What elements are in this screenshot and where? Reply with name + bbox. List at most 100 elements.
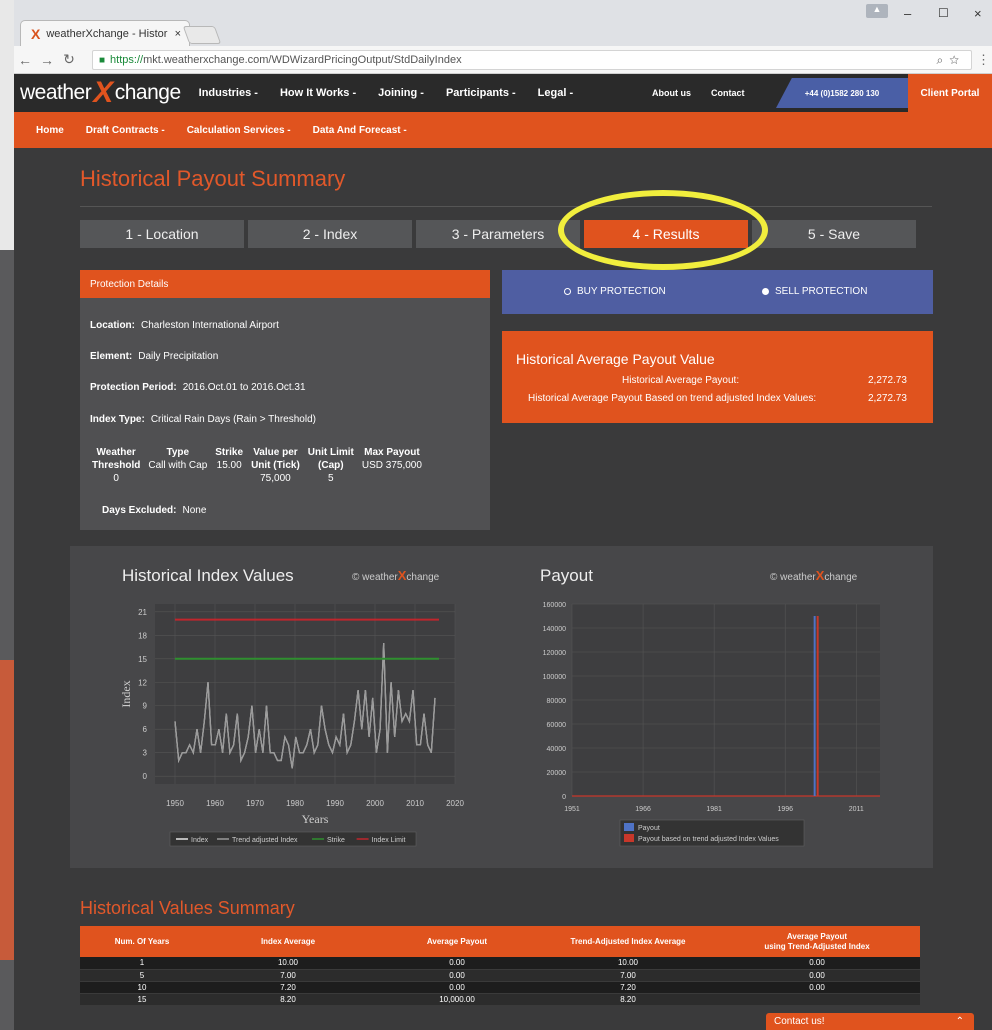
summary-table: Num. Of Years Index Average Average Payo… <box>80 926 920 1006</box>
column-header: Unit (Tick) <box>251 460 300 471</box>
terms-column: Type Call with Cap <box>148 446 207 485</box>
period-value: 2016.Oct.01 to 2016.Oct.31 <box>182 382 306 393</box>
subnav-calculation-services[interactable]: Calculation Services - <box>187 125 291 136</box>
average-payout-value: 2,272.73 <box>868 375 907 386</box>
screen: X weatherXchange - Histor × ▲ – ☐ × ← → … <box>0 0 992 1030</box>
table-cell: 0.00 <box>714 969 920 982</box>
browser-titlebar: X weatherXchange - Histor × ▲ – ☐ × <box>14 0 992 46</box>
x-tick-label: 1960 <box>206 799 224 808</box>
x-tick-label: 1990 <box>326 799 344 808</box>
nav-industries[interactable]: Industries - <box>199 87 258 99</box>
new-tab-button[interactable] <box>182 26 222 44</box>
element-value: Daily Precipitation <box>138 351 219 362</box>
plot-area <box>155 604 455 784</box>
nav-how-it-works[interactable]: How It Works - <box>280 87 356 99</box>
table-cell: 0.00 <box>372 969 542 982</box>
minimize-button[interactable]: – <box>904 6 911 21</box>
step-parameters[interactable]: 3 - Parameters <box>416 220 580 248</box>
trend-payout-label: Historical Average Payout Based on trend… <box>528 393 817 404</box>
site-header: weather X change Industries - How It Wor… <box>14 74 992 112</box>
x-tick-label: 1966 <box>635 806 651 813</box>
table-cell <box>714 993 920 1006</box>
browser-menu-icon[interactable]: ⋮ <box>977 52 990 68</box>
charts-panel: Historical Index Values © weatherXchange… <box>70 546 933 868</box>
zoom-and-bookmark-icons[interactable]: ⌕☆ <box>936 53 965 68</box>
terms-column: Unit Limit (Cap) 5 <box>308 446 354 485</box>
column-header: Threshold <box>92 460 141 471</box>
site-favicon-icon: X <box>31 25 41 42</box>
table-cell: 8.20 <box>204 993 372 1006</box>
column-header: (Cap) <box>318 460 344 471</box>
column-header: Average Payout using Trend-Adjusted Inde… <box>714 926 920 957</box>
sell-protection-option[interactable]: SELL PROTECTION <box>762 286 867 297</box>
reload-icon[interactable]: ↻ <box>58 51 80 68</box>
profile-icon[interactable]: ▲ <box>866 4 888 18</box>
table-cell: 10,000.00 <box>372 993 542 1006</box>
wizard-steps: 1 - Location 2 - Index 3 - Parameters 4 … <box>80 220 916 248</box>
legend-swatch <box>624 834 634 842</box>
site-logo[interactable]: weather X change <box>14 76 181 110</box>
x-tick-label: 2011 <box>849 806 864 813</box>
average-payout-panel: Historical Average Payout Value Historic… <box>502 331 933 423</box>
nav-joining[interactable]: Joining - <box>378 87 424 99</box>
location-row: Location: Charleston International Airpor… <box>90 320 279 331</box>
phone-number: +44 (0)1582 280 130 <box>776 78 908 108</box>
x-tick-label: 1970 <box>246 799 264 808</box>
table-cell: 0.00 <box>714 957 920 970</box>
step-location[interactable]: 1 - Location <box>80 220 244 248</box>
nav-about[interactable]: About us <box>652 88 691 98</box>
table-cell: 7.20 <box>542 981 714 994</box>
step-save[interactable]: 5 - Save <box>752 220 916 248</box>
radio-unselected-icon <box>564 288 571 295</box>
y-tick-label: 15 <box>138 655 147 664</box>
y-tick-label: 140000 <box>543 626 566 633</box>
column-header: Value per <box>253 447 298 458</box>
tab-title: weatherXchange - Histor <box>46 27 168 40</box>
x-tick-label: 1950 <box>166 799 184 808</box>
column-header: Strike <box>215 447 244 458</box>
buy-protection-option[interactable]: BUY PROTECTION <box>564 286 666 297</box>
average-payout-label: Historical Average Payout: <box>622 375 740 386</box>
table-cell: 8.20 <box>542 993 714 1006</box>
subnav-home[interactable]: Home <box>36 125 64 136</box>
x-tick-label: 2000 <box>366 799 384 808</box>
table-row: 1 10.00 0.00 10.00 0.00 <box>80 957 920 970</box>
url-text: mkt.weatherxchange.com/WDWizardPricingOu… <box>143 54 462 66</box>
step-index[interactable]: 2 - Index <box>248 220 412 248</box>
lock-icon: ■ <box>99 54 106 66</box>
y-tick-label: 6 <box>143 725 148 734</box>
main-nav: Industries - How It Works - Joining - Pa… <box>199 87 573 99</box>
divider <box>80 206 932 207</box>
chevron-up-icon[interactable]: ⌃ <box>956 1016 964 1027</box>
maximize-button[interactable]: ☐ <box>938 6 949 20</box>
column-header: Max Payout <box>364 447 420 458</box>
table-cell: 7.00 <box>204 969 372 982</box>
table-cell: 15 <box>80 993 204 1006</box>
bar <box>813 616 816 796</box>
logo-text: change <box>114 81 181 104</box>
nav-legal[interactable]: Legal - <box>538 87 573 99</box>
radio-selected-icon <box>762 288 769 295</box>
y-tick-label: 12 <box>138 678 147 687</box>
y-axis-label: Index <box>119 680 133 707</box>
back-arrow-icon[interactable]: ← <box>14 52 36 68</box>
table-cell: 0.00 <box>372 981 542 994</box>
contact-us-widget[interactable]: Contact us! ⌃ <box>766 1013 974 1030</box>
terms-column: Strike 15.00 <box>215 446 243 485</box>
subnav-data-and-forecast[interactable]: Data And Forecast - <box>313 125 407 136</box>
browser-tab[interactable]: X weatherXchange - Histor × <box>20 20 190 46</box>
protection-details-panel: Protection Details Location: Charleston I… <box>80 270 490 530</box>
forward-arrow-icon[interactable]: → <box>36 52 58 68</box>
address-bar[interactable]: ■ https://mkt.weatherxchange.com/WDWizar… <box>92 50 972 70</box>
nav-contact[interactable]: Contact <box>711 88 745 98</box>
y-tick-label: 40000 <box>547 746 567 753</box>
tab-close-icon[interactable]: × <box>175 28 181 40</box>
table-cell: 10 <box>80 981 204 994</box>
subnav-draft-contracts[interactable]: Draft Contracts - <box>86 125 165 136</box>
client-portal-button[interactable]: Client Portal <box>908 74 992 112</box>
panel-heading: Protection Details <box>80 270 490 298</box>
nav-participants[interactable]: Participants - <box>446 87 516 99</box>
y-tick-label: 9 <box>143 702 148 711</box>
column-header: Unit Limit <box>307 447 354 458</box>
close-window-button[interactable]: × <box>974 6 982 21</box>
